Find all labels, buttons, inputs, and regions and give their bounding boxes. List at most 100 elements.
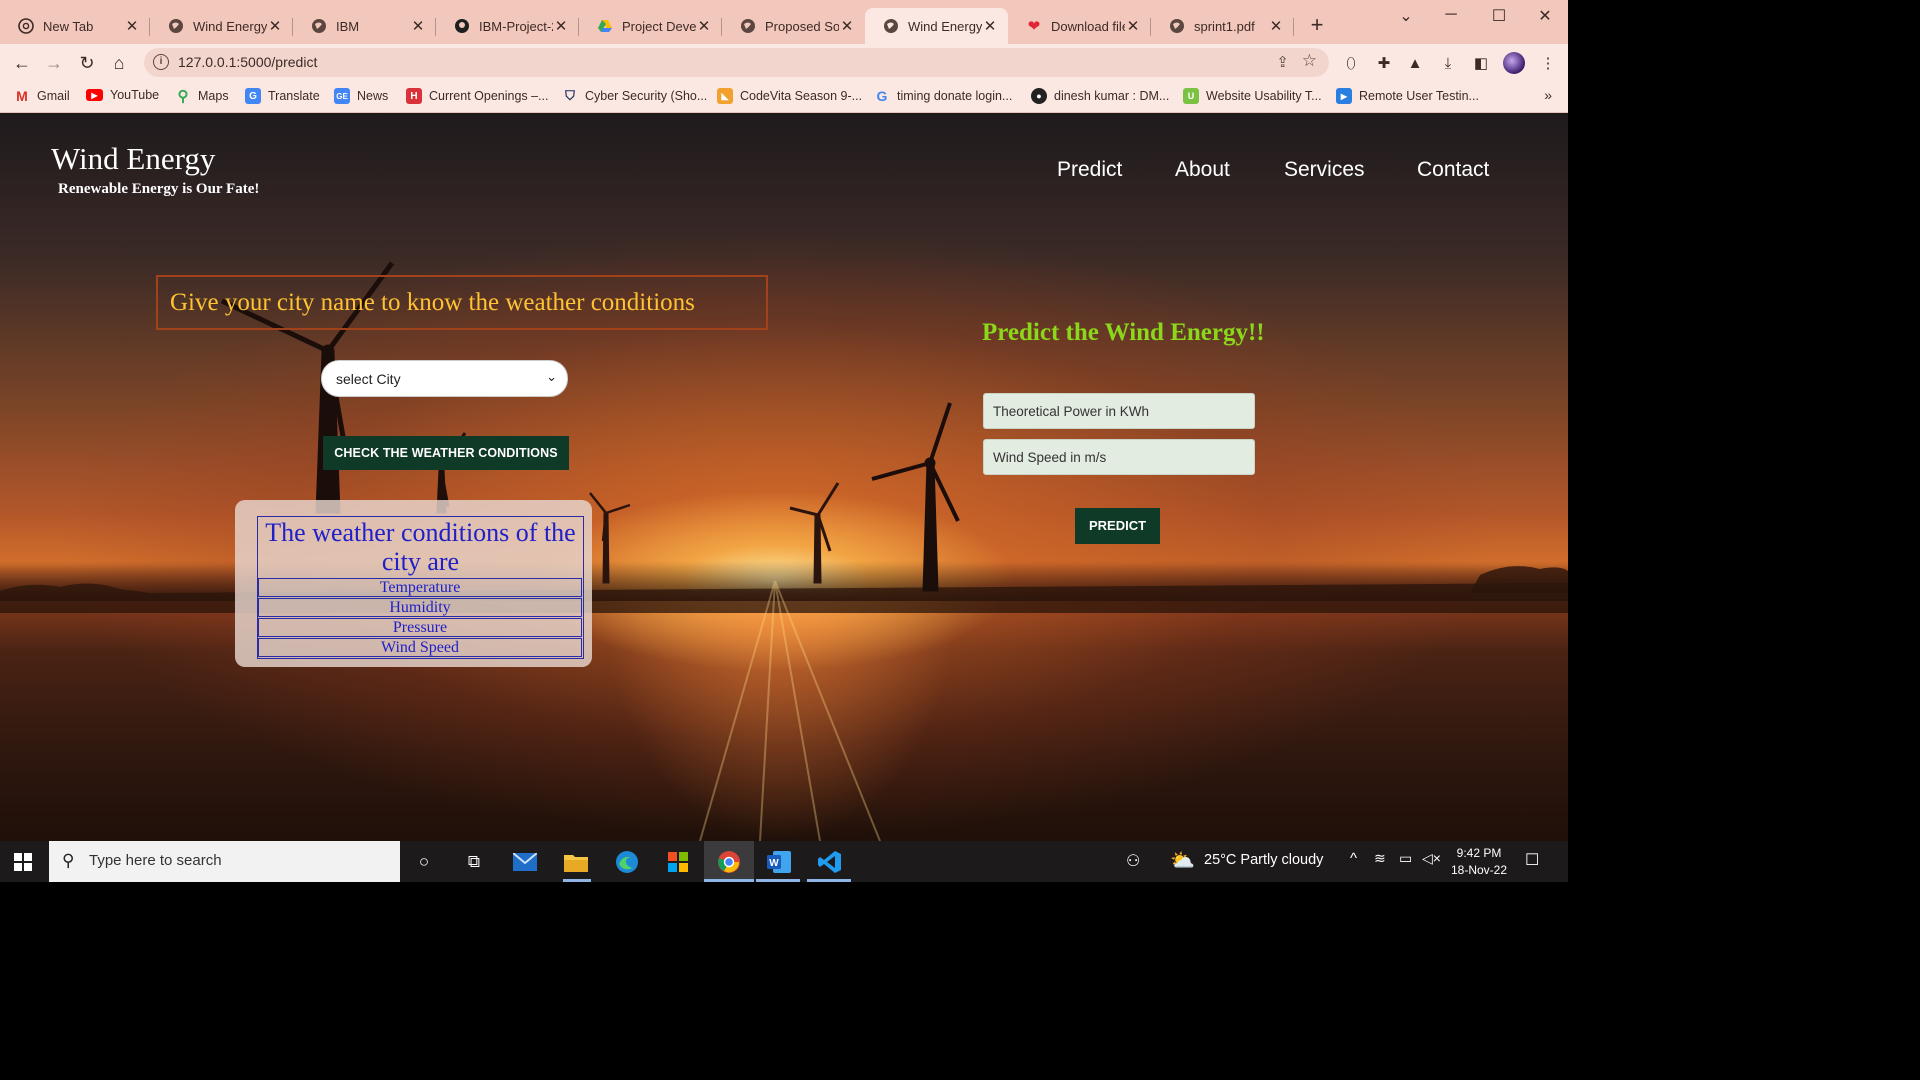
chrome-beta-icon[interactable] — [716, 849, 742, 875]
side-panel-icon[interactable]: ◧ — [1471, 53, 1491, 73]
page-viewport: Wind Energy Renewable Energy is Our Fate… — [0, 113, 1568, 841]
tab-title: IBM — [336, 18, 360, 34]
bookmark-dinesh-kumar[interactable]: ● dinesh kumar : DM... — [1031, 88, 1169, 104]
close-icon[interactable]: ✕ — [553, 17, 569, 35]
vscode-icon[interactable] — [817, 849, 843, 875]
maps-icon: ⚲ — [177, 88, 189, 105]
tab-proposed-solution[interactable]: Proposed Solu ✕ — [722, 8, 865, 44]
bookmark-translate[interactable]: G Translate — [245, 88, 320, 104]
tab-ibm[interactable]: IBM ✕ — [293, 8, 436, 44]
bookmark-label: Gmail — [37, 89, 70, 103]
bookmark-label: dinesh kumar : DM... — [1054, 89, 1170, 103]
bookmark-maps[interactable]: ⚲ Maps — [175, 88, 229, 105]
bookmark-website-usability[interactable]: U Website Usability T... — [1183, 88, 1322, 104]
close-icon[interactable]: ✕ — [267, 17, 283, 35]
people-icon[interactable]: ⚇ — [1126, 851, 1140, 871]
city-prompt-box: Give your city name to know the weather … — [156, 275, 768, 330]
predict-button[interactable]: PREDICT — [1075, 508, 1160, 544]
testing-icon: ▶ — [1336, 88, 1352, 104]
bookmark-gmail[interactable]: M Gmail — [14, 88, 70, 104]
maximize-icon[interactable]: ☐ — [1484, 6, 1514, 28]
close-icon[interactable]: ✕ — [696, 17, 712, 35]
address-bar[interactable]: i 127.0.0.1:5000/predict ⇪ ☆ — [144, 48, 1329, 77]
close-window-icon[interactable]: ✕ — [1530, 6, 1560, 28]
usability-icon: U — [1183, 88, 1199, 104]
tab-sprint1-pdf[interactable]: sprint1.pdf ✕ — [1151, 8, 1294, 44]
theoretical-power-input[interactable]: Theoretical Power in KWh — [983, 393, 1255, 429]
volume-muted-icon[interactable]: ◁× — [1422, 850, 1441, 867]
chevron-down-icon: ⌄ — [546, 369, 557, 384]
bookmark-label: News — [357, 89, 389, 103]
tab-ibm-project[interactable]: IBM-Project-2 ✕ — [436, 8, 579, 44]
tab-wind-energy-1[interactable]: Wind Energy P ✕ — [150, 8, 293, 44]
close-icon[interactable]: ✕ — [124, 17, 140, 35]
tab-title: Proposed Solu — [765, 18, 839, 34]
profile-avatar[interactable] — [1503, 52, 1525, 74]
wind-turbine-background — [0, 261, 1568, 841]
taskbar-clock[interactable]: 9:42 PM 18-Nov-22 — [1451, 845, 1507, 879]
city-select-dropdown[interactable]: select City ⌄ — [321, 360, 568, 397]
weather-cloud-icon[interactable]: ⛅ — [1170, 848, 1195, 873]
mail-icon[interactable] — [512, 849, 538, 875]
tab-wind-energy-active[interactable]: Wind Energy P ✕ — [865, 8, 1008, 44]
forward-icon[interactable]: → — [41, 50, 67, 76]
labs-flask-icon[interactable]: ▲ — [1405, 53, 1425, 73]
bookmark-current-openings[interactable]: H Current Openings –... — [406, 88, 549, 104]
close-icon[interactable]: ✕ — [982, 17, 998, 35]
tab-new-tab[interactable]: New Tab ✕ — [0, 8, 150, 44]
minimize-icon[interactable]: ─ — [1436, 6, 1466, 28]
share-icon[interactable]: ⇪ — [1276, 53, 1289, 71]
close-icon[interactable]: ✕ — [1268, 17, 1284, 35]
show-hidden-icons[interactable]: ^ — [1350, 850, 1357, 867]
tab-download-file[interactable]: ❤ Download file ✕ — [1008, 8, 1151, 44]
bookmark-remote-user-testing[interactable]: ▶ Remote User Testin... — [1336, 88, 1479, 104]
check-weather-button[interactable]: CHECK THE WEATHER CONDITIONS — [323, 436, 569, 470]
taskbar-weather[interactable]: 25°C Partly cloudy — [1204, 852, 1323, 868]
menu-kebab-icon[interactable]: ⋮ — [1538, 53, 1558, 73]
back-icon[interactable]: ← — [9, 50, 35, 76]
site-info-icon[interactable]: i — [153, 54, 169, 70]
edge-icon[interactable] — [614, 849, 640, 875]
theoretical-power-placeholder: Theoretical Power in KWh — [993, 404, 1150, 419]
close-icon[interactable]: ✕ — [839, 17, 855, 35]
close-icon[interactable]: ✕ — [1125, 17, 1141, 35]
bookmark-star-icon[interactable]: ☆ — [1302, 51, 1317, 71]
bookmark-label: Translate — [268, 89, 320, 103]
globe-icon — [168, 18, 184, 34]
tab-project-develop[interactable]: Project Develo ✕ — [579, 8, 722, 44]
nav-services[interactable]: Services — [1284, 158, 1365, 182]
weather-row-pressure: Pressure — [258, 618, 582, 637]
nav-contact[interactable]: Contact — [1417, 158, 1489, 182]
word-icon[interactable]: W — [766, 849, 792, 875]
bookmark-youtube[interactable]: ▶ YouTube — [86, 88, 159, 102]
translate-icon: G — [245, 88, 261, 104]
puzzle-extensions-icon[interactable]: ✚ — [1374, 53, 1394, 73]
battery-icon[interactable]: ▭ — [1399, 850, 1412, 867]
wind-speed-input[interactable]: Wind Speed in m/s — [983, 439, 1255, 475]
file-explorer-icon[interactable] — [563, 849, 589, 875]
home-icon[interactable]: ⌂ — [106, 50, 132, 76]
bookmark-news[interactable]: GE News — [334, 88, 388, 104]
extension-icon[interactable]: ⬯ — [1341, 53, 1361, 73]
vscode-running-indicator — [807, 879, 851, 882]
nav-about[interactable]: About — [1175, 158, 1230, 182]
cortana-icon[interactable]: ○ — [411, 849, 437, 875]
store-icon[interactable] — [665, 849, 691, 875]
bookmark-timing-donate[interactable]: G timing donate login... — [874, 88, 1013, 104]
wifi-icon[interactable]: ≋ — [1374, 850, 1386, 867]
notification-icon[interactable]: ☐ — [1525, 850, 1539, 870]
windows-start-icon[interactable] — [14, 853, 32, 871]
browser-toolbar: ← → ↻ ⌂ i 127.0.0.1:5000/predict ⇪ ☆ ⬯ ✚… — [0, 44, 1568, 81]
taskbar-search-box[interactable]: ⚲ Type here to search — [49, 841, 400, 882]
bookmark-cyber-security[interactable]: ⛉ Cyber Security (Sho... — [562, 88, 707, 104]
bookmark-codevita[interactable]: ◣ CodeVita Season 9-... — [717, 88, 862, 104]
heart-icon: ❤ — [1027, 18, 1041, 35]
task-view-icon[interactable]: ⧉ — [461, 849, 487, 875]
download-icon[interactable]: ⤓ — [1438, 53, 1458, 73]
close-icon[interactable]: ✕ — [410, 17, 426, 35]
new-tab-button[interactable]: + — [1305, 14, 1329, 38]
nav-predict[interactable]: Predict — [1057, 158, 1122, 182]
tab-search-icon[interactable]: ⌄ — [1391, 6, 1421, 28]
reload-icon[interactable]: ↻ — [74, 50, 100, 76]
more-bookmarks-icon[interactable]: » — [1544, 87, 1552, 103]
